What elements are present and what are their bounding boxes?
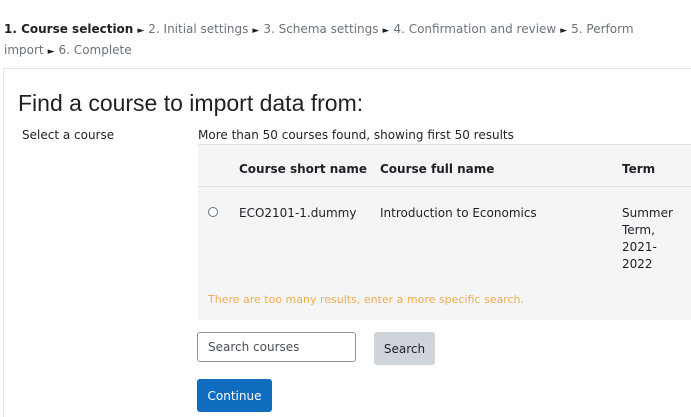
warning-text: There are too many results, enter a more… (208, 293, 524, 306)
column-header-full-name: Course full name (380, 162, 495, 176)
column-header-term: Term (622, 162, 656, 176)
progress-separator-icon: ► (47, 47, 55, 57)
progress-separator-icon: ► (137, 26, 145, 36)
results-count-note: More than 50 courses found, showing firs… (198, 128, 514, 142)
cell-full-name: Introduction to Economics (380, 206, 537, 220)
progress-step-complete: 6. Complete (58, 43, 132, 57)
progress-separator-icon: ► (382, 26, 390, 36)
search-courses-input[interactable] (197, 332, 356, 362)
progress-separator-icon: ► (560, 26, 568, 36)
progress-step-initial-settings: 2. Initial settings (148, 22, 249, 36)
search-button[interactable]: Search (374, 332, 435, 365)
progress-step-schema-settings: 3. Schema settings (263, 22, 379, 36)
continue-button[interactable]: Continue (197, 379, 272, 412)
course-results-table: Course short name Course full name Term … (198, 144, 691, 279)
select-course-label: Select a course (22, 128, 115, 142)
page-title: Find a course to import data from: (18, 90, 364, 116)
progress-separator-icon: ► (252, 26, 260, 36)
column-header-short-name: Course short name (239, 162, 368, 176)
progress-step-course-selection: 1. Course selection (4, 22, 134, 36)
progress-step-confirmation-review: 4. Confirmation and review (393, 22, 557, 36)
import-progress-steps: 1. Course selection ► 2. Initial settings ►… (4, 20, 688, 62)
too-many-results-warning: There are too many results, enter a more… (198, 278, 691, 320)
course-select-radio[interactable] (208, 207, 218, 217)
cell-term: Summer Term, 2021-2022 (622, 206, 673, 271)
table-row-divider (198, 186, 691, 187)
cell-short-name: ECO2101-1.dummy (239, 206, 357, 220)
